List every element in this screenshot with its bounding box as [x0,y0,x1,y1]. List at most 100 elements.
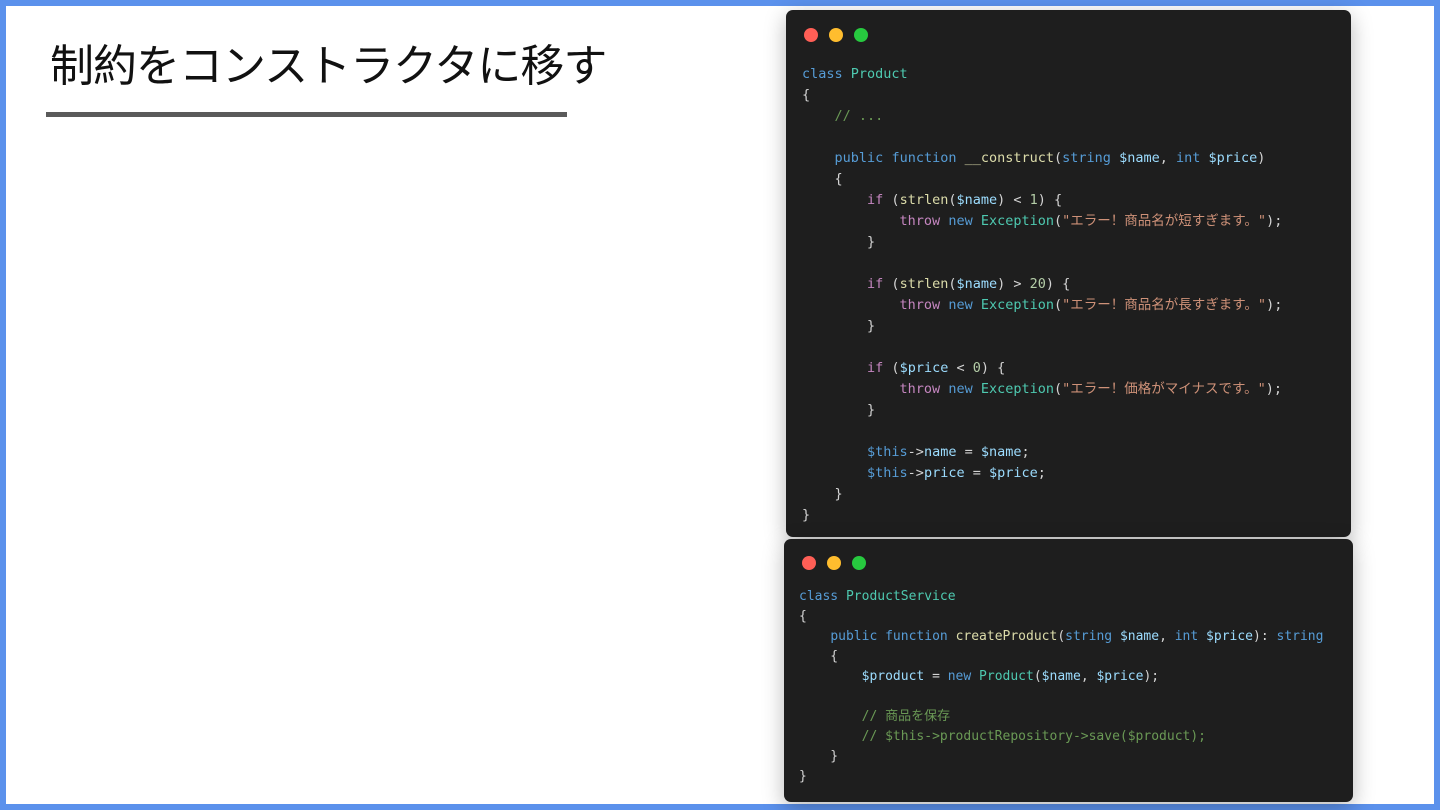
code-token: } [799,769,807,784]
close-dot-icon [804,28,818,42]
code-token: } [799,749,839,764]
code-window-product-service: class ProductService { public function cr… [784,539,1353,802]
code-line: throw new Exception("エラー！価格がマイナスです。"); [802,379,1283,400]
title-underline [46,112,567,117]
minimize-dot-icon [827,556,841,570]
code-line: { [802,85,1282,106]
code-token: -> [907,444,924,460]
code-token: ( [1057,629,1066,644]
code-token: ( [1054,213,1063,229]
code-token: strlen [899,276,949,292]
code-token: $price [899,360,949,376]
code-token: string [1276,629,1324,644]
code-token: { [802,87,811,103]
code-token: __construct [964,150,1055,166]
code-line: public function createProduct(string $na… [799,627,1323,647]
code-token: ); [1143,669,1160,684]
code-token: ( [1054,381,1063,397]
code-token: } [802,402,876,418]
code-token: Product [979,669,1034,684]
code-token: $price [1096,669,1144,684]
code-token: ( [883,276,900,292]
code-token: throw [899,381,941,397]
code-token: ) { [1037,192,1063,208]
window-controls [804,28,868,42]
code-token: $name [1119,150,1160,166]
code-token: 1 [1029,192,1038,208]
code-token: { [799,609,807,624]
code-token: ( [1054,150,1063,166]
code-token: ( [883,192,900,208]
code-token: price [923,465,965,481]
code-token: Exception [980,297,1055,313]
code-token: if [867,276,884,292]
code-line: { [802,169,1282,190]
code-line: } [802,505,1282,526]
code-line: class Product [802,64,1282,85]
code-token: $product [861,669,925,684]
code-token: $price [988,465,1038,481]
code-token: ( [1054,297,1063,313]
code-token: public [834,150,884,166]
code-token: new [948,213,973,229]
code-token: ); [1266,297,1283,313]
window-controls [802,556,866,570]
code-line: throw new Exception("エラー！商品名が長すぎます。"); [802,295,1283,316]
code-token: if [867,192,884,208]
maximize-dot-icon [852,556,866,570]
code-token: new [948,297,973,313]
code-token: int [1175,150,1201,166]
slide-title: 制約をコンストラクタに移す [50,41,607,92]
code-token: class [802,66,843,82]
code-token: ( [1033,669,1042,684]
code-line: // $this->productRepository->save($produ… [799,727,1323,747]
code-token: $this [867,465,908,481]
code-token: ) [1257,150,1266,166]
code-line: } [799,747,1323,767]
code-token: // ... [834,108,884,124]
code-line: public function __construct(string $name… [802,148,1282,169]
code-token: ; [1021,444,1030,460]
code-token: Exception [980,381,1055,397]
code-token: ); [1265,381,1283,397]
code-token: int [1174,629,1199,644]
code-line: $product = new Product($name, $price); [799,667,1323,687]
code-token: public [830,629,878,644]
code-token: $name [1119,629,1160,644]
code-line: if ($price < 0) { [802,358,1282,379]
code-token: if [867,360,884,376]
code-token: $this [867,444,908,460]
slide: 制約をコンストラクタに移す class Product { // ... publ… [0,0,1440,810]
code-block: class ProductService { public function cr… [799,587,1323,787]
code-token: new [948,381,973,397]
code-token: string [1065,629,1113,644]
code-token: { [802,171,843,187]
code-token: // $this->productRepository->save($produ… [861,729,1206,744]
code-line: } [799,767,1323,787]
code-token: , [1159,629,1175,644]
code-token: class [799,589,839,604]
code-token: } [802,234,876,250]
code-token: ) > [997,276,1030,292]
code-token: = [924,669,948,684]
code-block: class Product { // ... public function __… [802,64,1282,526]
code-token: function [891,150,957,166]
code-line: $this->price = $price; [802,463,1282,484]
code-line: if (strlen($name) > 20) { [802,274,1282,295]
minimize-dot-icon [829,28,843,42]
code-token: "エラー！商品名が長すぎます。" [1062,297,1267,313]
